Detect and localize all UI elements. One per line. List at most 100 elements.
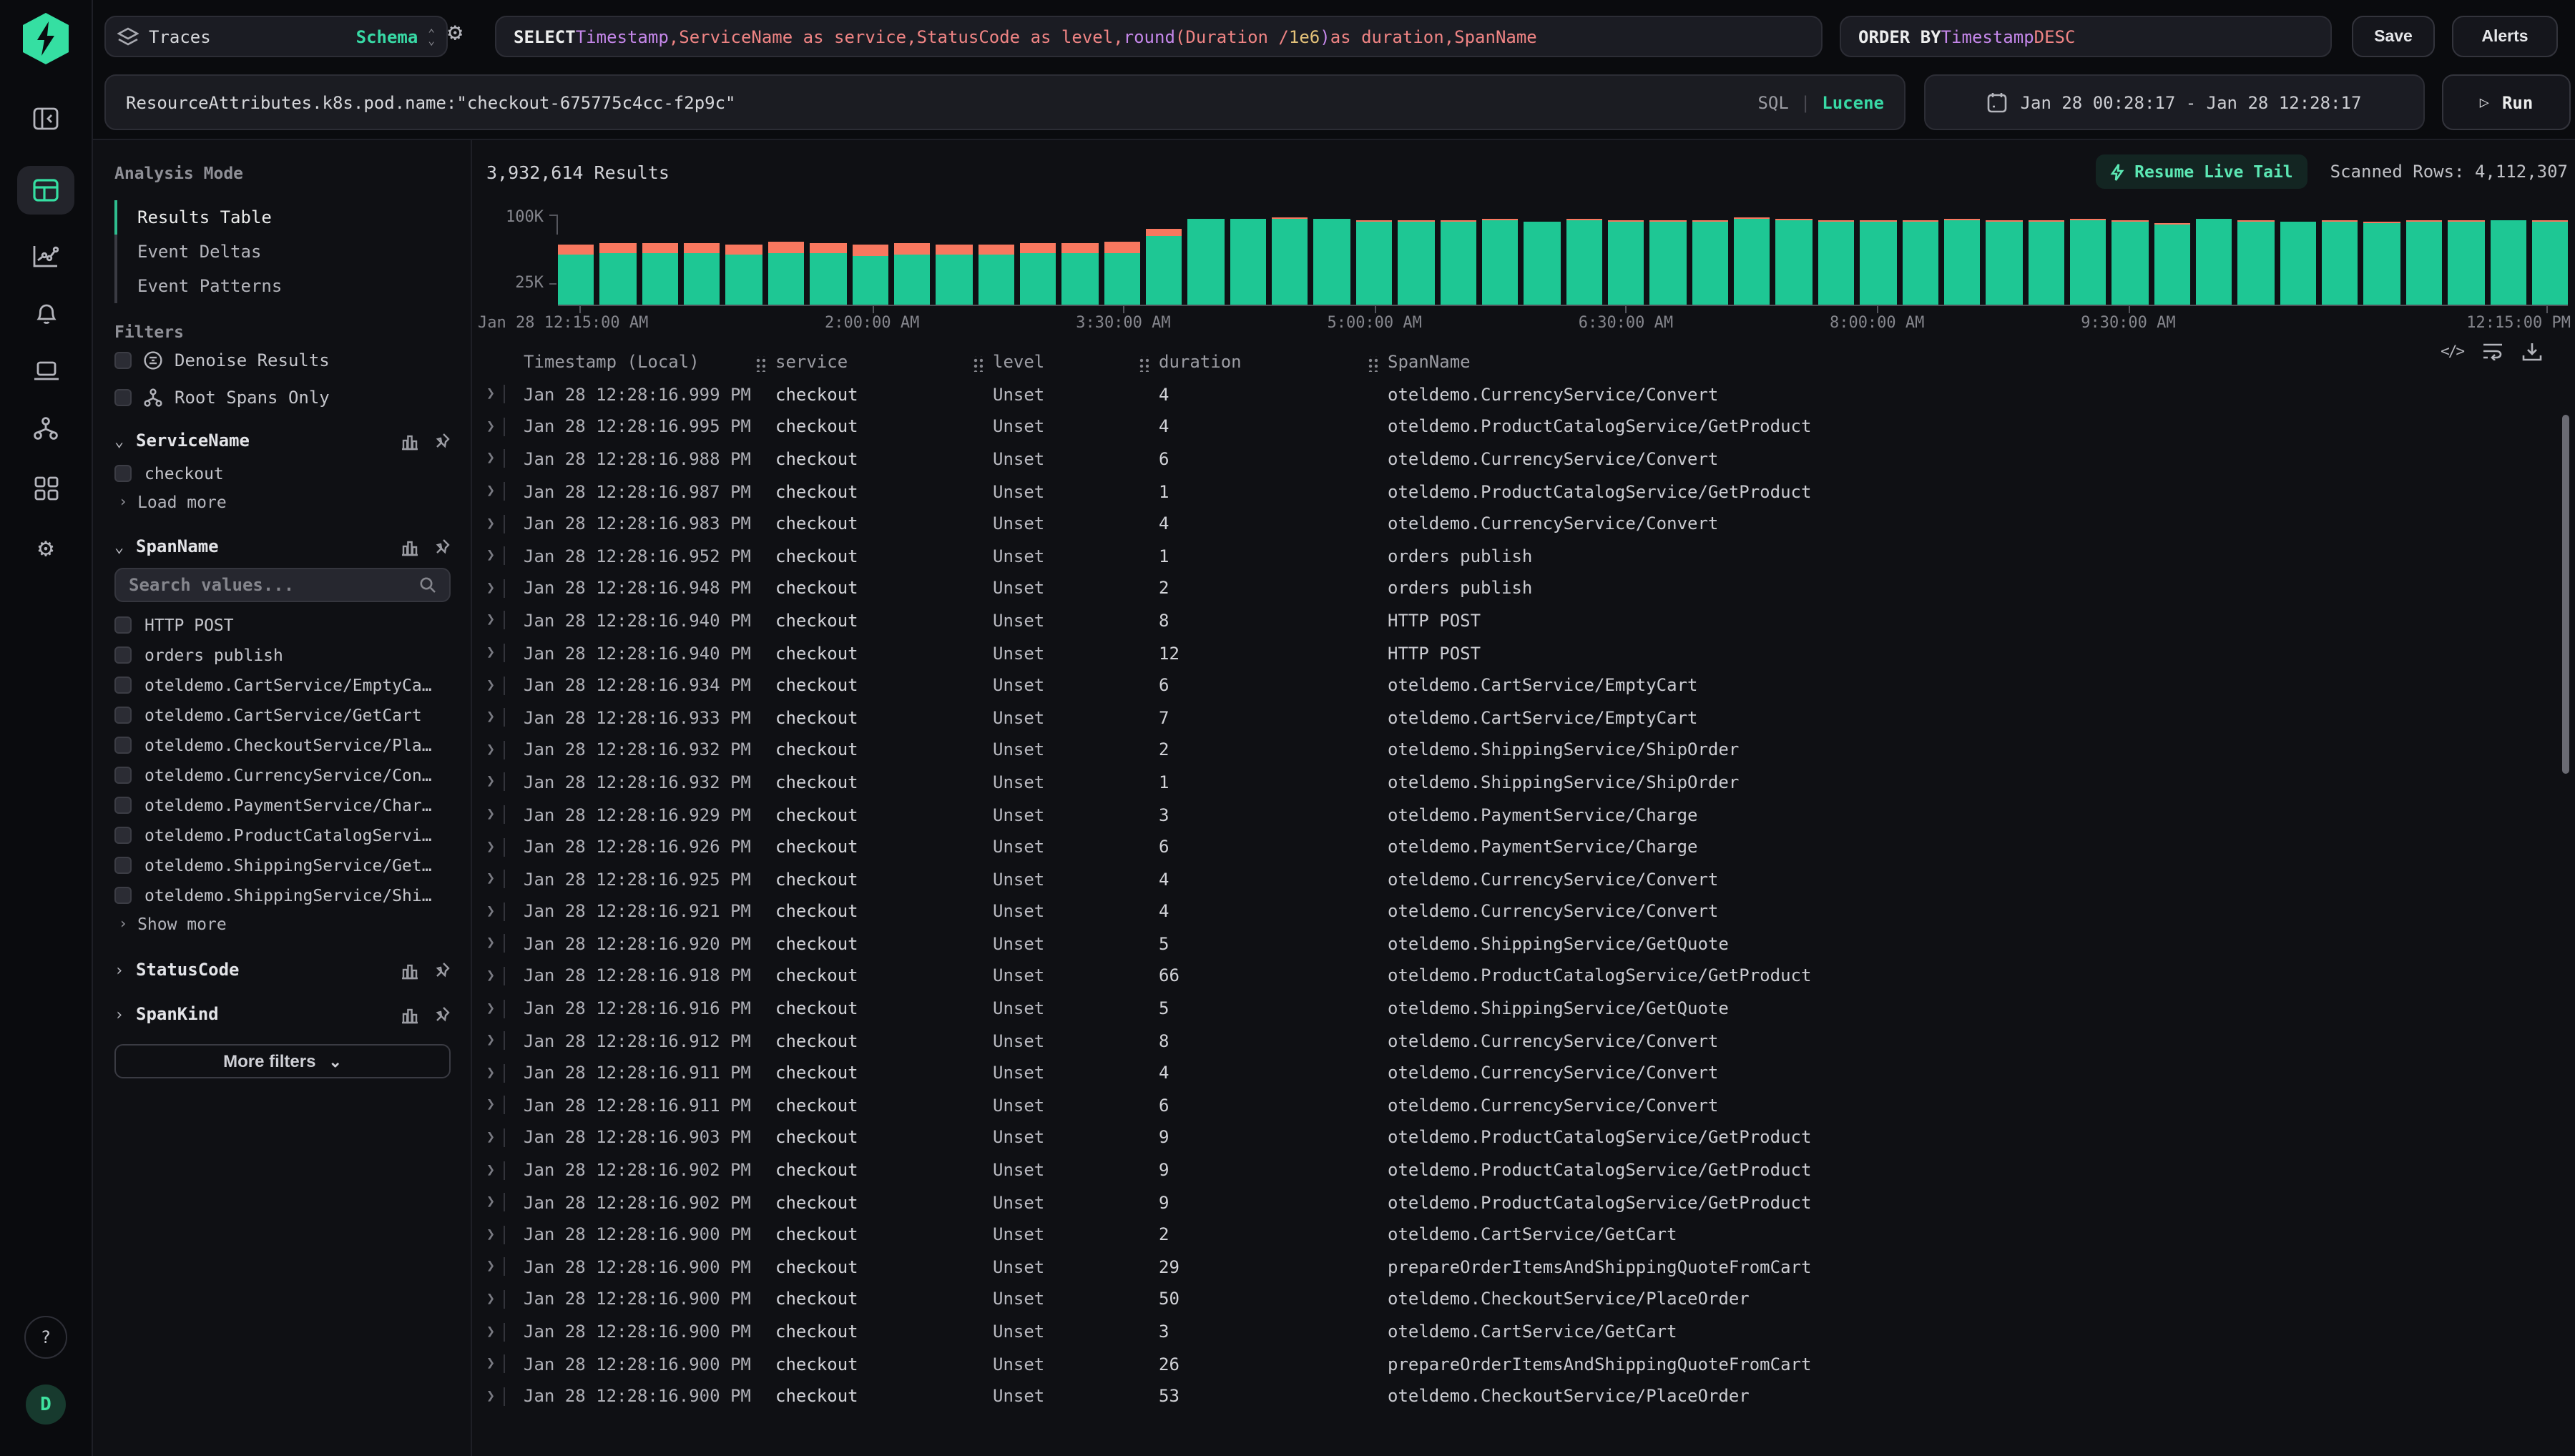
table-row[interactable]: ❯ Jan 28 12:28:16.948 PM checkout Unset …	[486, 572, 2568, 604]
col-header-spanname[interactable]: SpanName	[1388, 351, 2568, 371]
facet-value-item[interactable]: oteldemo.ProductCatalogServi…	[114, 820, 451, 850]
table-row[interactable]: ❯ Jan 28 12:28:16.932 PM checkout Unset …	[486, 766, 2568, 798]
expand-row-chevron-icon[interactable]: ❯	[486, 581, 495, 596]
histogram-bar[interactable]	[1104, 242, 1140, 304]
expand-row-chevron-icon[interactable]: ❯	[486, 1130, 495, 1146]
results-histogram[interactable]: 100K 25K Jan 28 12:15:00 AM2:00:00 AM3:3…	[558, 215, 2568, 305]
expand-row-chevron-icon[interactable]: ❯	[486, 1162, 495, 1178]
user-avatar[interactable]: D	[26, 1384, 66, 1425]
schema-button[interactable]: Schema	[356, 26, 418, 46]
table-row[interactable]: ❯ Jan 28 12:28:16.952 PM checkout Unset …	[486, 540, 2568, 572]
table-row[interactable]: ❯ Jan 28 12:28:16.900 PM checkout Unset …	[486, 1251, 2568, 1283]
expand-row-chevron-icon[interactable]: ❯	[486, 645, 495, 661]
save-button[interactable]: Save	[2352, 16, 2435, 57]
histogram-bar[interactable]	[1776, 220, 1813, 304]
col-header-service[interactable]: service	[775, 351, 993, 371]
histogram-bar[interactable]	[1860, 220, 1896, 304]
histogram-bar[interactable]	[600, 243, 637, 304]
mode-event-deltas[interactable]: Event Deltas	[117, 235, 451, 269]
mode-results-table[interactable]: Results Table	[117, 200, 451, 235]
histogram-bar[interactable]	[2154, 223, 2190, 304]
denoise-results-toggle[interactable]: Denoise Results	[114, 342, 451, 379]
histogram-bar[interactable]	[1230, 219, 1267, 304]
facet-pin-icon[interactable]	[433, 537, 451, 556]
facet-value-item[interactable]: oteldemo.CurrencyService/Con…	[114, 759, 451, 790]
table-row[interactable]: ❯ Jan 28 12:28:16.999 PM checkout Unset …	[486, 378, 2568, 410]
histogram-bar[interactable]	[1608, 220, 1644, 304]
table-row[interactable]: ❯ Jan 28 12:28:16.940 PM checkout Unset …	[486, 637, 2568, 669]
table-row[interactable]: ❯ Jan 28 12:28:16.920 PM checkout Unset …	[486, 928, 2568, 960]
drag-handle-icon[interactable]	[973, 355, 983, 371]
expand-row-chevron-icon[interactable]: ❯	[486, 1356, 495, 1372]
mode-event-patterns[interactable]: Event Patterns	[117, 269, 451, 303]
histogram-bar[interactable]	[1902, 220, 1938, 304]
table-row[interactable]: ❯ Jan 28 12:28:16.987 PM checkout Unset …	[486, 476, 2568, 508]
histogram-bar[interactable]	[726, 244, 762, 304]
facet-value-item[interactable]: oteldemo.CartService/EmptyCa…	[114, 669, 451, 699]
histogram-bar[interactable]	[1944, 220, 1981, 304]
facet-value-item[interactable]: oteldemo.ShippingService/Get…	[114, 850, 451, 880]
expand-row-chevron-icon[interactable]: ❯	[486, 1098, 495, 1113]
table-row[interactable]: ❯ Jan 28 12:28:16.911 PM checkout Unset …	[486, 1057, 2568, 1089]
facet-value-item[interactable]: oteldemo.CartService/GetCart	[114, 699, 451, 729]
histogram-bar[interactable]	[2490, 220, 2526, 304]
histogram-bar[interactable]	[1986, 220, 2022, 304]
histogram-bar[interactable]	[642, 243, 678, 304]
table-row[interactable]: ❯ Jan 28 12:28:16.925 PM checkout Unset …	[486, 863, 2568, 895]
facet-search-input[interactable]: Search values...	[114, 568, 451, 602]
facet-value-checkbox[interactable]	[114, 856, 132, 873]
show-more-link[interactable]: ›Show more	[114, 910, 451, 938]
histogram-bar[interactable]	[558, 244, 594, 304]
histogram-bar[interactable]	[1524, 222, 1561, 304]
expand-row-chevron-icon[interactable]: ❯	[486, 904, 495, 920]
table-row[interactable]: ❯ Jan 28 12:28:16.988 PM checkout Unset …	[486, 443, 2568, 475]
facet-value-checkbox[interactable]	[114, 826, 132, 843]
col-header-duration[interactable]: duration	[1159, 351, 1388, 371]
col-header-level[interactable]: level	[993, 351, 1159, 371]
facet-pin-icon[interactable]	[433, 431, 451, 450]
facet-chart-icon[interactable]	[401, 1005, 419, 1023]
histogram-bar[interactable]	[768, 242, 805, 304]
expand-row-chevron-icon[interactable]: ❯	[486, 742, 495, 758]
histogram-bar[interactable]	[2238, 220, 2275, 304]
histogram-bar[interactable]	[1566, 220, 1602, 304]
date-range-picker[interactable]: Jan 28 00:28:17 - Jan 28 12:28:17	[1924, 74, 2425, 130]
table-row[interactable]: ❯ Jan 28 12:28:16.926 PM checkout Unset …	[486, 831, 2568, 863]
histogram-bar[interactable]	[2322, 220, 2358, 304]
more-filters-button[interactable]: More filters⌄	[114, 1044, 451, 1078]
expand-row-chevron-icon[interactable]: ❯	[486, 871, 495, 887]
expand-row-chevron-icon[interactable]: ❯	[486, 1388, 495, 1404]
histogram-bar[interactable]	[1272, 218, 1308, 305]
facet-value-item[interactable]: orders publish	[114, 639, 451, 669]
sessions-laptop-icon[interactable]	[20, 349, 72, 392]
facet-pin-icon[interactable]	[433, 960, 451, 979]
query-settings-gear-icon[interactable]: ⚙	[448, 19, 463, 47]
histogram-bar[interactable]	[894, 243, 931, 304]
histogram-bar[interactable]	[2028, 220, 2064, 304]
drag-handle-icon[interactable]	[1139, 355, 1149, 371]
table-row[interactable]: ❯ Jan 28 12:28:16.934 PM checkout Unset …	[486, 669, 2568, 702]
table-row[interactable]: ❯ Jan 28 12:28:16.933 PM checkout Unset …	[486, 702, 2568, 734]
facet-value-checkout[interactable]: checkout	[114, 458, 451, 488]
sql-select-input[interactable]: SELECT Timestamp, ServiceName as service…	[495, 16, 1823, 57]
sql-orderby-input[interactable]: ORDER BY Timestamp DESC	[1840, 16, 2332, 57]
root-spans-checkbox[interactable]	[114, 389, 132, 406]
table-row[interactable]: ❯ Jan 28 12:28:16.932 PM checkout Unset …	[486, 734, 2568, 766]
histogram-bar[interactable]	[2532, 220, 2569, 304]
histogram-bar[interactable]	[1818, 220, 1855, 304]
table-row[interactable]: ❯ Jan 28 12:28:16.912 PM checkout Unset …	[486, 1025, 2568, 1057]
facet-chart-icon[interactable]	[401, 537, 419, 556]
table-row[interactable]: ❯ Jan 28 12:28:16.900 PM checkout Unset …	[486, 1348, 2568, 1380]
table-row[interactable]: ❯ Jan 28 12:28:16.911 PM checkout Unset …	[486, 1089, 2568, 1121]
expand-row-chevron-icon[interactable]: ❯	[486, 807, 495, 822]
facet-servicename-header[interactable]: ⌄ ServiceName	[114, 423, 451, 458]
histogram-bar[interactable]	[2070, 220, 2106, 304]
expand-row-chevron-icon[interactable]: ❯	[486, 709, 495, 725]
root-spans-toggle[interactable]: Root Spans Only	[114, 379, 451, 416]
histogram-bar[interactable]	[2448, 221, 2484, 304]
table-row[interactable]: ❯ Jan 28 12:28:16.929 PM checkout Unset …	[486, 798, 2568, 830]
facet-value-checkbox[interactable]	[114, 646, 132, 663]
expand-row-chevron-icon[interactable]: ❯	[486, 549, 495, 564]
load-more-link[interactable]: ›Load more	[114, 488, 451, 516]
table-row[interactable]: ❯ Jan 28 12:28:16.900 PM checkout Unset …	[486, 1315, 2568, 1347]
